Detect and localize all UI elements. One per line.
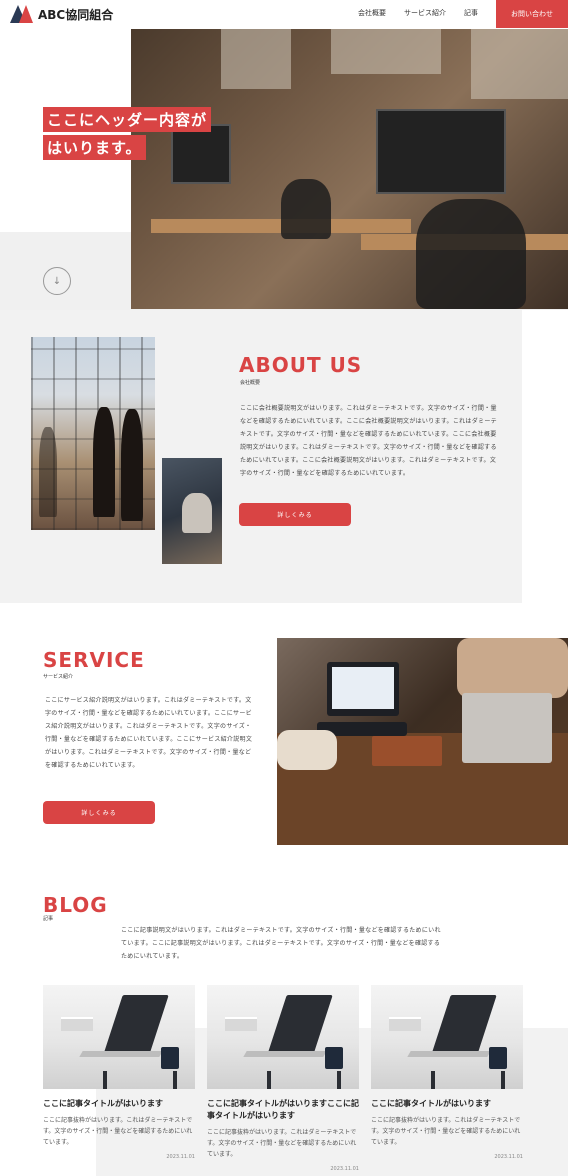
blog-card-image [207,985,359,1089]
blog-card-excerpt: ここに記事抜粋がはいります。これはダミーテキストです。文字のサイズ・行間・量など… [43,1117,193,1146]
hero-title-line1: ここにヘッダー内容が [43,107,212,132]
nav-item-service[interactable]: サービス紹介 [404,8,446,18]
logo-text: ABC協同組合 [38,7,114,22]
contact-button[interactable]: お問い合わせ [496,0,568,28]
service-laptop-photo [277,638,568,845]
service-body: ここにサービス紹介説明文がはいります。これはダミーテキストです。文字のサイズ・行… [45,697,253,769]
service-more-button[interactable]: 詳しくみる [43,801,155,824]
blog-intro: ここに記事説明文がはいります。これはダミーテキストです。文字のサイズ・行間・量な… [121,927,441,960]
blog-card-title[interactable]: ここに記事タイトルがはいります [43,1098,195,1110]
blog-card[interactable]: ここに記事タイトルがはいりますここに記事タイトルがはいります ここに記事抜粋がは… [207,985,359,1172]
site-logo[interactable]: ABC協同組合 [10,5,113,23]
hero-office-photo [131,29,568,309]
blog-card-date: 2023.11.01 [330,1166,359,1172]
about-title: ABOUT US [239,353,363,377]
about-subtitle: 会社概要 [240,380,261,386]
nav-item-company[interactable]: 会社概要 [358,8,386,18]
about-people-photo [31,337,155,530]
blog-card-image [371,985,523,1089]
about-chair-photo [162,458,222,564]
blog-card-title[interactable]: ここに記事タイトルがはいりますここに記事タイトルがはいります [207,1098,359,1122]
blog-card-image [43,985,195,1089]
blog-card[interactable]: ここに記事タイトルがはいります ここに記事抜粋がはいります。これはダミーテキスト… [371,985,523,1160]
logo-mark-icon [10,5,34,23]
blog-card-date: 2023.11.01 [166,1154,195,1160]
blog-subtitle: 記事 [43,916,54,922]
blog-card-title[interactable]: ここに記事タイトルがはいります [371,1098,523,1110]
hero-title: ここにヘッダー内容が はいります。 [43,107,212,163]
hero-title-line2: はいります。 [43,135,146,160]
about-more-button[interactable]: 詳しくみる [239,503,351,526]
main-nav: 会社概要 サービス紹介 記事 [358,8,478,18]
nav-item-articles[interactable]: 記事 [464,8,478,18]
blog-card-excerpt: ここに記事抜粋がはいります。これはダミーテキストです。文字のサイズ・行間・量など… [207,1129,357,1158]
service-subtitle: サービス紹介 [43,674,74,680]
blog-title: BLOG [43,893,108,917]
about-body: ここに会社概要説明文がはいります。これはダミーテキストです。文字のサイズ・行間・… [240,405,497,477]
arrow-down-icon[interactable]: ↓ [43,267,71,295]
blog-card[interactable]: ここに記事タイトルがはいります ここに記事抜粋がはいります。これはダミーテキスト… [43,985,195,1160]
blog-card-excerpt: ここに記事抜粋がはいります。これはダミーテキストです。文字のサイズ・行間・量など… [371,1117,521,1146]
service-title: SERVICE [43,648,145,672]
blog-card-date: 2023.11.01 [494,1154,523,1160]
